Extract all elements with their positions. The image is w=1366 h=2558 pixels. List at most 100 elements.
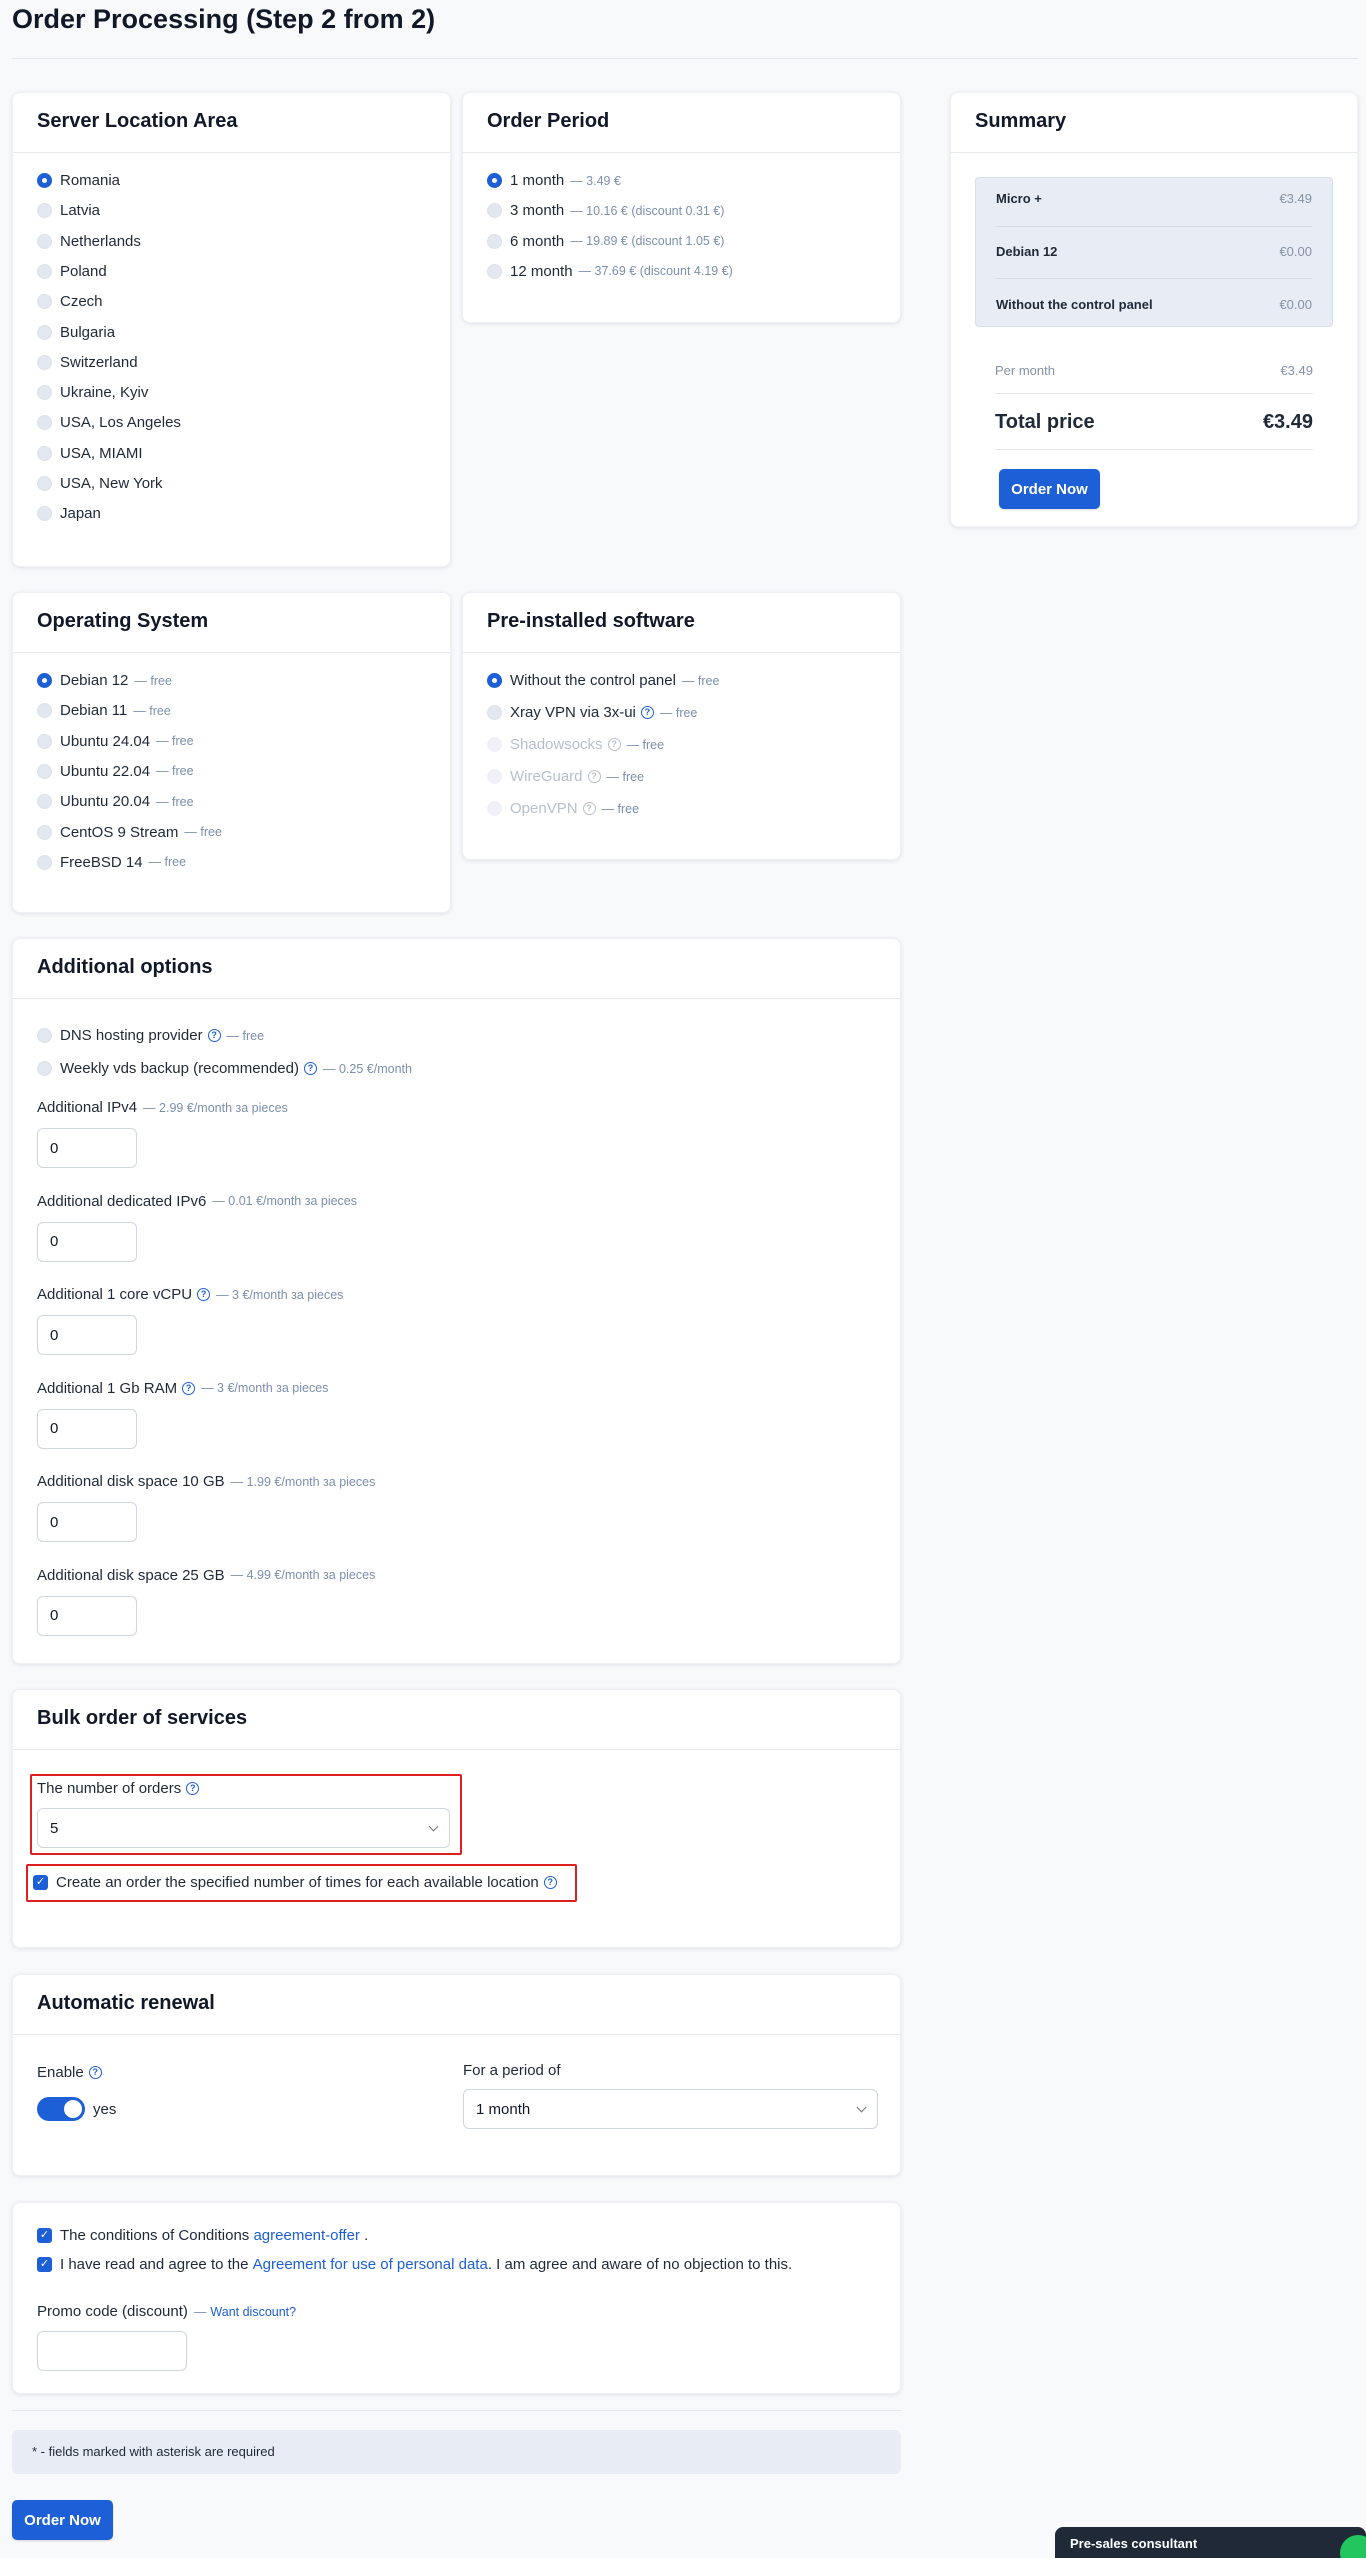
location-option-row[interactable]: Czech [37,293,103,310]
backup-checkbox-row[interactable]: Weekly vds backup (recommended)? — 0.25 €… [37,1060,412,1077]
location-option-row[interactable]: USA, New York [37,475,163,492]
want-discount-link[interactable]: Want discount? [210,2305,296,2319]
os-option-row[interactable]: Debian 11 — free [37,702,171,719]
period-option-row[interactable]: 6 month — 19.89 € (discount 1.05 €) [487,233,724,250]
location-option-row[interactable]: Japan [37,505,101,522]
personal-data-link[interactable]: Agreement for use of personal data [253,2256,488,2273]
location-radio[interactable] [37,263,52,279]
help-icon[interactable]: ? [88,2066,102,2079]
os-radio[interactable] [37,794,52,810]
period-radio[interactable] [487,263,502,279]
summary-per-month: Per month €3.49 [995,363,1313,378]
renewal-toggle[interactable] [37,2097,85,2121]
location-option-row[interactable]: USA, Los Angeles [37,414,181,431]
renewal-card: Automatic renewal Enable? yes For a peri… [12,1974,901,2176]
period-option-row[interactable]: 3 month — 10.16 € (discount 0.31 €) [487,202,724,219]
help-icon[interactable]: ? [304,1062,317,1075]
software-option-row[interactable]: Without the control panel — free [487,672,719,689]
help-icon[interactable]: ? [587,770,601,783]
additional-field-name: Additional 1 Gb RAM [37,1379,178,1397]
os-radio[interactable] [37,854,52,870]
help-icon[interactable]: ? [207,1029,221,1042]
location-radio[interactable] [37,233,52,249]
summary-total: Total price €3.49 [995,411,1313,433]
chevron-down-icon [856,2102,867,2112]
additional-field-input[interactable] [37,1221,137,1262]
location-radio[interactable] [37,445,52,461]
os-radio[interactable] [37,824,52,840]
software-radio[interactable] [487,769,502,784]
location-option-row[interactable]: Bulgaria [37,324,115,341]
software-option-row[interactable]: OpenVPN? — free [487,800,639,817]
os-radio[interactable] [37,673,52,688]
renewal-toggle-row[interactable]: yes [37,2097,116,2121]
software-option-row[interactable]: Shadowsocks? — free [487,736,664,753]
summary-order-now-button[interactable]: Order Now [999,469,1100,509]
location-radio[interactable] [37,354,52,370]
renewal-period-select[interactable]: 1 month [463,2089,878,2129]
location-radio[interactable] [37,173,52,188]
help-icon[interactable]: ? [182,1381,196,1395]
period-radio[interactable] [487,203,502,219]
period-option-row[interactable]: 12 month — 37.69 € (discount 4.19 €) [487,263,733,280]
os-option-row[interactable]: Debian 12 — free [37,672,172,689]
location-radio[interactable] [37,476,52,491]
location-option-row[interactable]: Switzerland [37,354,138,371]
os-radio[interactable] [37,763,52,779]
location-option-row[interactable]: Romania [37,172,120,189]
promo-code-input[interactable] [37,2331,187,2371]
additional-field-input[interactable] [37,1315,137,1355]
dns-hosting-checkbox-row[interactable]: DNS hosting provider? — free [37,1027,264,1044]
software-option-row[interactable]: WireGuard? — free [487,768,644,785]
backup-checkbox[interactable] [37,1061,52,1076]
location-option-row[interactable]: Latvia [37,202,100,219]
software-option-row[interactable]: Xray VPN via 3x-ui? — free [487,704,697,721]
order-now-button[interactable]: Order Now [12,2500,113,2540]
pre-sales-chat-widget[interactable]: Pre-sales consultant [1055,2527,1366,2558]
additional-field-input[interactable] [37,1595,137,1636]
location-radio[interactable] [37,324,52,340]
os-option-row[interactable]: Ubuntu 20.04 — free [37,793,194,810]
additional-field-input[interactable] [37,1408,137,1449]
agreement-offer-link[interactable]: agreement-offer [253,2227,359,2244]
highlight-each-location [26,1864,577,1902]
software-option-label: Without the control panel [510,672,676,689]
additional-field-input[interactable] [37,1502,137,1542]
conditions-checkbox[interactable]: ✓ [37,2228,52,2243]
location-option-row[interactable]: Poland [37,263,107,280]
os-radio[interactable] [37,733,52,749]
os-option-row[interactable]: CentOS 9 Stream — free [37,824,222,841]
software-radio[interactable] [487,737,502,752]
conditions-checkbox-row[interactable]: ✓ The conditions of Conditions agreement-… [37,2227,368,2244]
software-radio[interactable] [487,705,502,720]
location-radio[interactable] [37,294,52,310]
period-radio[interactable] [487,173,502,188]
personal-data-checkbox[interactable]: ✓ [37,2257,52,2272]
personal-data-checkbox-row[interactable]: ✓ I have read and agree to the Agreement … [37,2256,792,2273]
os-option-row[interactable]: FreeBSD 14 — free [37,854,186,871]
dns-hosting-checkbox[interactable] [37,1028,52,1043]
help-icon[interactable]: ? [640,706,654,719]
help-icon[interactable]: ? [582,802,596,815]
location-radio[interactable] [37,203,52,219]
location-option-row[interactable]: Ukraine, Kyiv [37,384,148,401]
location-option-row[interactable]: Netherlands [37,233,141,250]
location-radio[interactable] [37,415,52,431]
help-icon[interactable]: ? [607,738,621,751]
location-option-label: Switzerland [60,353,138,371]
period-radio[interactable] [487,233,502,249]
additional-field-name: Additional disk space 10 GB [37,1473,225,1490]
additional-field-input[interactable] [37,1128,137,1168]
os-radio[interactable] [37,703,52,719]
software-option-label: Xray VPN via 3x-ui [510,704,636,721]
location-option-row[interactable]: USA, MIAMI [37,445,143,462]
os-option-row[interactable]: Ubuntu 22.04 — free [37,763,194,780]
software-radio[interactable] [487,673,502,688]
period-option-row[interactable]: 1 month — 3.49 € [487,172,621,189]
help-icon[interactable]: ? [197,1288,211,1301]
location-radio[interactable] [37,506,52,522]
software-radio[interactable] [487,801,502,816]
os-option-row[interactable]: Ubuntu 24.04 — free [37,733,194,750]
os-option-note: — free [134,673,172,688]
location-radio[interactable] [37,385,52,401]
